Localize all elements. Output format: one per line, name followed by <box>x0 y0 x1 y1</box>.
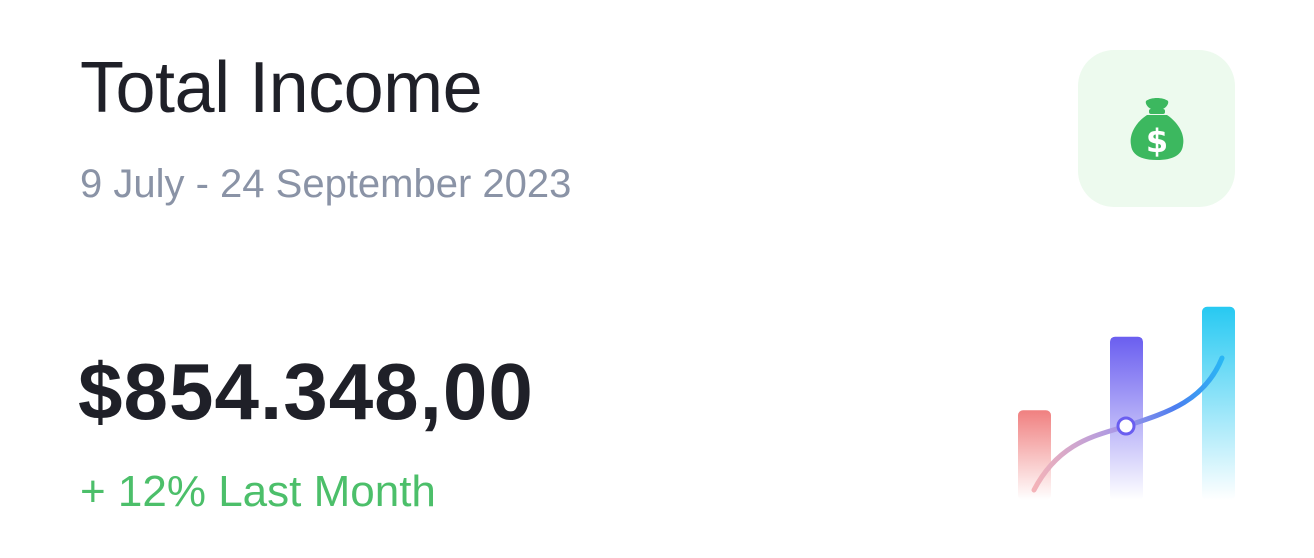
money-bag-icon: $ <box>1130 97 1183 160</box>
mini-trend-chart <box>1018 306 1235 500</box>
dollar-glyph: $ <box>1145 122 1167 160</box>
income-card: Total Income 9 July - 24 September 2023 … <box>0 0 1314 558</box>
money-bag-icon-box: $ <box>1078 50 1235 207</box>
card-title: Total Income <box>80 48 483 128</box>
bar-3 <box>1202 306 1235 500</box>
date-range: 9 July - 24 September 2023 <box>80 162 572 206</box>
chart-bars <box>1018 306 1235 500</box>
total-amount: $854.348,00 <box>78 347 534 436</box>
money-bag-neck <box>1148 108 1165 114</box>
trend-point <box>1116 416 1136 436</box>
money-bag-knot <box>1145 97 1168 109</box>
change-indicator: + 12% Last Month <box>80 467 436 516</box>
